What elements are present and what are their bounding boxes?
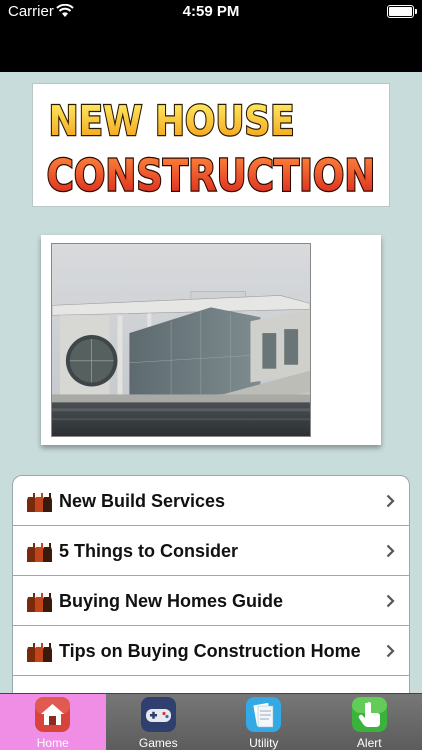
menu-item-label: Buying New Homes Guide — [59, 591, 284, 611]
bottles-icon — [27, 493, 52, 512]
chevron-right-icon — [386, 594, 395, 608]
banner-logo: NEW HOUSE CONSTRUCTION — [45, 96, 376, 203]
notes-icon — [246, 697, 281, 732]
tab-label: Home — [36, 736, 69, 750]
tab-games[interactable]: Games — [106, 694, 212, 750]
menu-item-label: Tips on Buying Construction Home — [59, 641, 361, 661]
menu-item-5-things-to-consider[interactable]: 5 Things to Consider — [13, 526, 409, 576]
tab-alert[interactable]: Alert — [317, 694, 422, 750]
chevron-right-icon — [386, 494, 395, 508]
bottles-icon — [27, 643, 52, 662]
tab-home[interactable]: Home — [0, 694, 106, 750]
banner-line1: NEW HOUSE — [49, 97, 295, 145]
chevron-right-icon — [386, 644, 395, 658]
tab-label: Games — [138, 736, 178, 750]
clock: 4:59 PM — [182, 3, 240, 20]
tab-label: Alert — [356, 736, 382, 750]
building-photo — [51, 243, 311, 437]
banner-line2: CONSTRUCTION — [47, 151, 376, 201]
menu-item-label: New Build Services — [59, 491, 226, 511]
hand-pointer-icon — [351, 697, 387, 732]
menu-item-new-build-services[interactable]: New Build Services — [13, 476, 409, 526]
status-bar: Carrier 4:59 PM — [0, 0, 422, 72]
menu-item-tips-on-buying-construction-home[interactable]: Tips on Buying Construction Home — [13, 626, 409, 676]
photo-card — [41, 235, 381, 445]
app-banner: NEW HOUSE CONSTRUCTION — [32, 83, 390, 207]
home-icon — [35, 697, 70, 732]
bottles-icon — [27, 593, 52, 612]
tab-bar: Home Games Utility Alert — [0, 693, 422, 750]
tab-label: Utility — [249, 736, 279, 750]
tab-utility[interactable]: Utility — [211, 694, 317, 750]
menu-list: New Build Services 5 Things to Consider … — [12, 475, 410, 705]
bottles-icon — [27, 543, 52, 562]
menu-item-label: 5 Things to Consider — [59, 541, 239, 561]
menu-item-buying-new-homes-guide[interactable]: Buying New Homes Guide — [13, 576, 409, 626]
gamepad-icon — [140, 697, 176, 732]
battery-icon — [387, 5, 417, 18]
chevron-right-icon — [386, 544, 395, 558]
